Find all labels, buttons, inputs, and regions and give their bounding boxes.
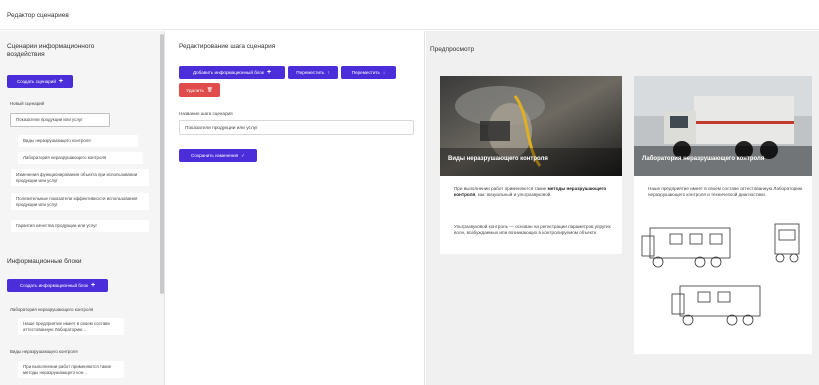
card-image-ndt: Виды неразрушающего контроля bbox=[440, 76, 622, 176]
scenario-substep-item[interactable]: Виды неразрушающего контроля bbox=[18, 135, 138, 147]
sidebar: Сценарии информационного воздействия Соз… bbox=[0, 31, 165, 385]
plus-icon: + bbox=[58, 77, 64, 85]
preview-card: Виды неразрушающего контроля При выполне… bbox=[440, 76, 622, 254]
save-button[interactable]: Сохранить изменения ✓ bbox=[179, 149, 257, 162]
move-down-label: Переместить bbox=[351, 70, 380, 75]
app-title: Редактор сценариев bbox=[7, 12, 69, 19]
step-name-label: Название шага сценария bbox=[179, 111, 233, 116]
blocks-section-title: Информационные блоки bbox=[7, 258, 82, 265]
scenario-step-item[interactable]: Полезительные показатели эффективности и… bbox=[11, 193, 149, 211]
arrow-down-icon: ↓ bbox=[382, 70, 386, 75]
scenario-step-item[interactable]: Изменения функционирования объекта при и… bbox=[11, 169, 149, 187]
block-subitem[interactable]: При выполнении работ применяются такие м… bbox=[18, 361, 124, 379]
trash-icon: 🗑 bbox=[206, 87, 213, 92]
card-text-pre: При выполнении работ применяются такие bbox=[454, 186, 548, 191]
create-scenario-label: Создать сценарий bbox=[16, 79, 56, 84]
move-up-button[interactable]: Переместить ↑ bbox=[288, 66, 338, 79]
top-bar: Редактор сценариев bbox=[0, 0, 819, 30]
scenario-step-item[interactable]: Гарантия качества продукции или услуг bbox=[11, 220, 149, 232]
arrow-up-icon: ↑ bbox=[327, 70, 330, 75]
add-block-button[interactable]: Добавить информационный блок + bbox=[179, 66, 285, 79]
scenario-substep-item[interactable]: Лаборатория неразрушающего контроля bbox=[18, 152, 143, 164]
create-block-button[interactable]: Создать информационный блок + bbox=[7, 279, 108, 292]
delete-label: Удалить bbox=[186, 87, 204, 93]
scenario-step-item[interactable]: Показатели продукции или услуг bbox=[10, 113, 110, 127]
save-label: Сохранить изменения bbox=[190, 153, 239, 158]
preview-title: Предпросмотр bbox=[430, 46, 475, 53]
card-image-lab: Лаборатория неразрушающего контроля bbox=[634, 76, 812, 176]
scenarios-section-title: Сценарии информационного воздействия bbox=[7, 43, 95, 58]
delete-button[interactable]: Удалить 🗑 bbox=[179, 83, 220, 97]
move-down-button[interactable]: Переместить ↓ bbox=[341, 66, 396, 79]
preview-card: Лаборатория неразрушающего контроля Наше… bbox=[634, 76, 812, 354]
truck-schematic-image bbox=[641, 223, 800, 326]
add-block-label: Добавить информационный блок bbox=[192, 70, 264, 75]
card-paragraph: Ультразвуковой контроль — основан на рег… bbox=[454, 224, 611, 235]
block-item[interactable]: Лаборатория неразрушающего контроля bbox=[10, 307, 93, 313]
card-caption: Лаборатория неразрушающего контроля bbox=[642, 156, 765, 162]
editor-title: Редактирование шага сценария bbox=[179, 43, 276, 50]
sidebar-scrollbar[interactable] bbox=[160, 34, 164, 294]
card-caption: Виды неразрушающего контроля bbox=[448, 156, 548, 162]
card-text-post: , как: визуальный и ультразвуковой. bbox=[475, 192, 552, 197]
create-scenario-button[interactable]: Создать сценарий + bbox=[7, 75, 73, 88]
plus-icon: + bbox=[91, 281, 96, 289]
card-paragraph: Наше предприятие имеет в своем составе а… bbox=[648, 186, 803, 197]
create-block-label: Создать информационный блок bbox=[19, 283, 89, 288]
card-paragraph: При выполнении работ применяются такие м… bbox=[454, 186, 614, 198]
preview-panel: Предпросмотр Виды неразрушающего контрол… bbox=[426, 31, 819, 385]
block-item[interactable]: Виды неразрушающего контроля bbox=[10, 349, 78, 355]
block-subitem[interactable]: Наше предприятие имеет в своем составе а… bbox=[18, 318, 124, 336]
editor-panel: Редактирование шага сценария Добавить ин… bbox=[166, 31, 425, 385]
check-icon: ✓ bbox=[241, 152, 246, 158]
move-up-label: Переместить bbox=[296, 70, 325, 75]
plus-icon: + bbox=[266, 68, 272, 76]
step-name-input[interactable]: Показатели продукции или услуг bbox=[179, 120, 414, 135]
scenario-new[interactable]: Новый сценарий bbox=[10, 101, 44, 107]
